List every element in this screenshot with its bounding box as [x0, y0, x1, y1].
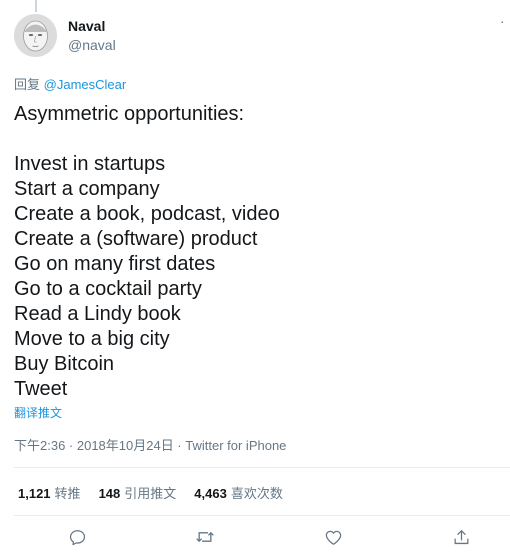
tweet-line: Asymmetric opportunities: [14, 103, 245, 125]
tweet-line: Tweet [14, 378, 68, 400]
quote-count-label: 引用推文 [124, 486, 177, 501]
tweet-line: Move to a big city [14, 328, 170, 350]
tweet-line: Go to a cocktail party [14, 278, 202, 300]
like-button[interactable] [322, 526, 344, 548]
tweet-line: Create a book, podcast, video [14, 203, 280, 225]
tweet-timestamp[interactable]: 下午2:36 · 2018年10月24日 · Twitter for iPhon… [14, 435, 286, 454]
thread-connector-line [35, 0, 37, 12]
tweet-text: Asymmetric opportunities: Invest in star… [14, 102, 504, 402]
tweet-line: Go on many first dates [14, 253, 216, 275]
tweet-line: Start a company [14, 178, 160, 200]
tweet-line [14, 127, 504, 152]
tweet-line: Buy Bitcoin [14, 353, 115, 375]
reply-to-link[interactable]: @JamesClear [44, 77, 127, 92]
translate-tweet-link[interactable]: 翻译推文 [14, 404, 62, 421]
like-count-label: 喜欢次数 [230, 486, 283, 501]
retweet-count: 1,121 [18, 486, 51, 501]
author-name[interactable]: Naval [68, 18, 105, 34]
reply-context: 回复 @JamesClear [14, 74, 126, 93]
divider [14, 467, 510, 468]
retweet-button[interactable] [194, 526, 216, 548]
like-icon [325, 530, 341, 545]
retweet-count-stat[interactable]: 1,121 转推 [18, 483, 81, 502]
more-options-icon[interactable]: · [500, 14, 505, 28]
divider [14, 515, 510, 516]
like-count: 4,463 [194, 486, 227, 501]
reply-icon [69, 529, 85, 545]
quote-count-stat[interactable]: 148 引用推文 [99, 483, 177, 502]
quote-count: 148 [98, 486, 121, 501]
tweet-stats: 1,121 转推 148 引用推文 4,463 喜欢次数 [18, 483, 283, 502]
share-button[interactable] [450, 526, 472, 548]
tweet-line: Invest in startups [14, 153, 166, 175]
tweet-line: Create a (software) product [14, 228, 258, 250]
like-count-stat[interactable]: 4,463 喜欢次数 [194, 483, 283, 502]
avatar-image [14, 14, 57, 57]
reply-prefix: 回复 [14, 77, 41, 92]
retweet-icon [196, 532, 214, 542]
tweet-actions [66, 526, 476, 550]
tweet-line: Read a Lindy book [14, 303, 181, 325]
reply-button[interactable] [66, 526, 88, 548]
retweet-count-label: 转推 [54, 486, 81, 501]
author-handle[interactable]: @naval [68, 37, 116, 53]
avatar[interactable] [14, 14, 57, 57]
share-icon [454, 529, 468, 544]
